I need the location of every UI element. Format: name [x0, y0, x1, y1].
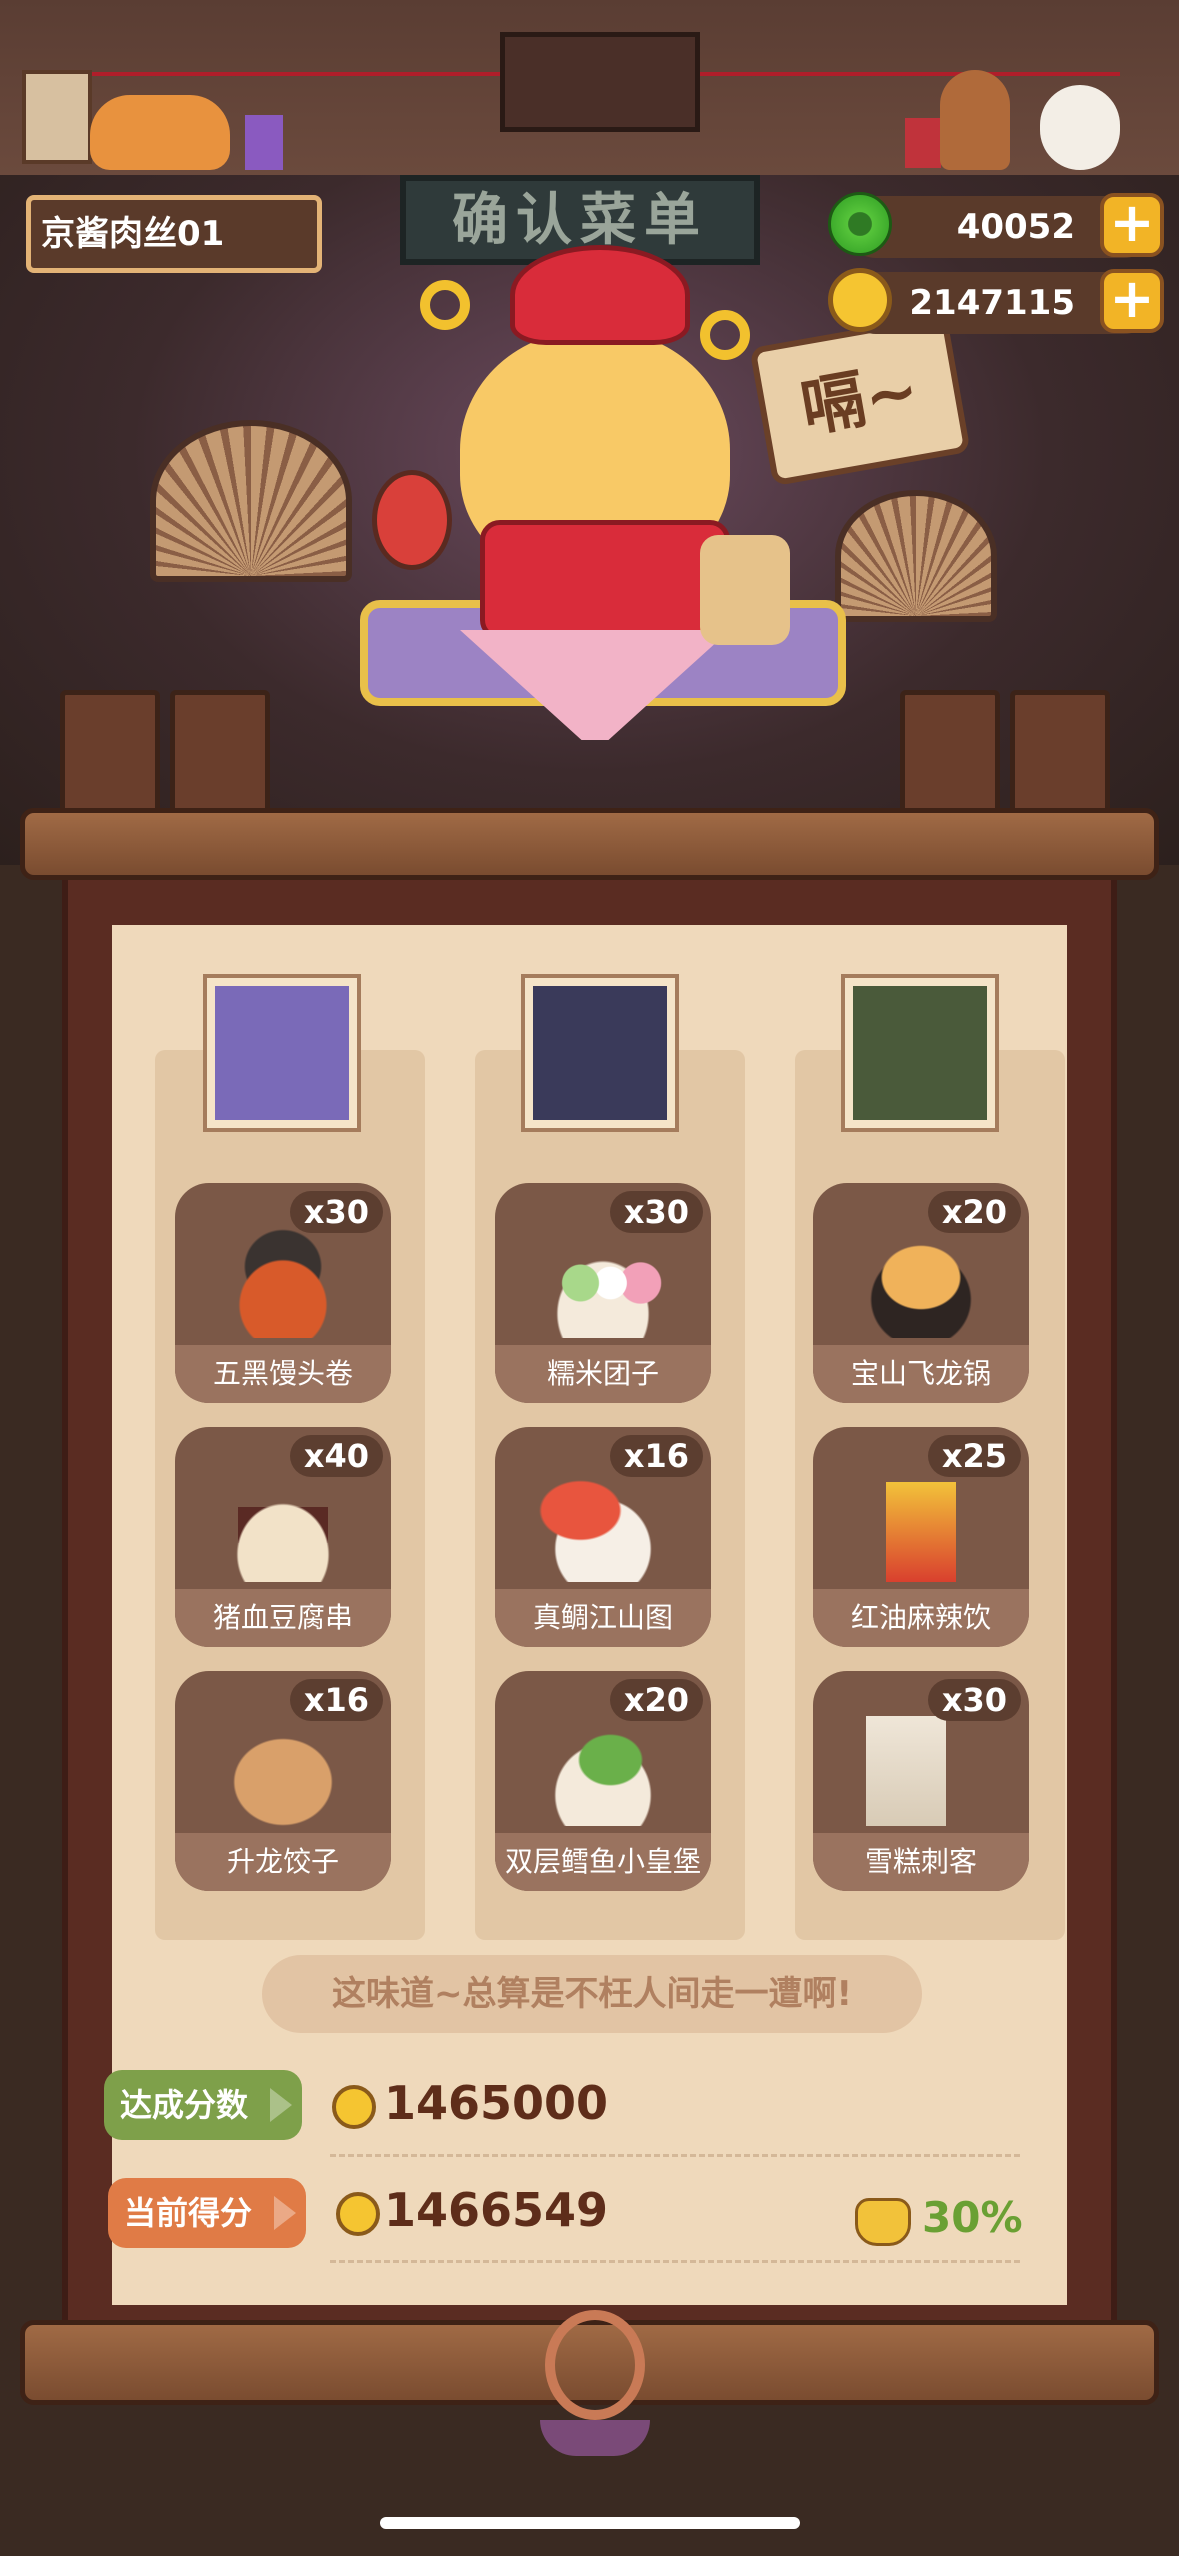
- dish-card[interactable]: x30 糯米团子: [495, 1183, 711, 1403]
- dish-name: 双层鳕鱼小皇堡: [495, 1833, 711, 1891]
- dish-name: 糯米团子: [495, 1345, 711, 1403]
- player-name-label: 京酱肉丝01: [26, 195, 322, 273]
- spicy-drink-icon: [846, 1472, 996, 1582]
- home-indicator[interactable]: [380, 2517, 800, 2529]
- wuhei-mantou-icon: [208, 1228, 358, 1338]
- character-figure-icon: [940, 70, 1010, 170]
- left-fan-icon: [150, 420, 352, 582]
- jade-icon: [828, 192, 892, 256]
- dish-name: 红油麻辣饮: [813, 1589, 1029, 1647]
- scroll-top-rod: [20, 808, 1159, 880]
- dish-card[interactable]: x40 猪血豆腐串: [175, 1427, 391, 1647]
- owl-portrait-icon: [500, 32, 700, 132]
- gold-coin-icon: [336, 2192, 380, 2236]
- sleeping-cat-icon: [90, 95, 230, 170]
- glutinous-rice-dumpling-icon: [528, 1228, 678, 1338]
- dish-name: 真鲷江山图: [495, 1589, 711, 1647]
- white-cat-icon: [1040, 85, 1120, 170]
- coin-ornament-icon: [420, 280, 470, 330]
- current-score-tag: 当前得分: [108, 2178, 306, 2248]
- customer-quote: 这味道~总算是不枉人间走一遭啊!: [262, 1955, 922, 2033]
- divider: [330, 2260, 1020, 2263]
- add-coin-button[interactable]: +: [1100, 269, 1164, 333]
- gold-coin-icon: [828, 268, 892, 332]
- target-score-tag: 达成分数: [104, 2070, 302, 2140]
- right-fan-icon: [835, 490, 997, 622]
- dish-name: 宝山飞龙锅: [813, 1345, 1029, 1403]
- dish-name: 雪糕刺客: [813, 1833, 1029, 1891]
- red-jar-icon: [905, 118, 941, 168]
- dish-card[interactable]: x16 真鲷江山图: [495, 1427, 711, 1647]
- bonus-bag-icon: [855, 2198, 911, 2246]
- dish-quantity: x25: [927, 1435, 1021, 1477]
- drum-icon: [372, 470, 452, 570]
- dish-card[interactable]: x25 红油麻辣饮: [813, 1427, 1029, 1647]
- tassel-icon: [540, 2420, 650, 2456]
- dish-quantity: x20: [609, 1679, 703, 1721]
- dish-card[interactable]: x20 双层鳕鱼小皇堡: [495, 1671, 711, 1891]
- knot-ornament-icon: [545, 2310, 645, 2420]
- mascot-robe: [480, 520, 730, 640]
- dish-card[interactable]: x16 升龙饺子: [175, 1671, 391, 1891]
- pig-blood-tofu-skewer-icon: [208, 1472, 358, 1582]
- target-score-value: 1465000: [384, 2076, 609, 2130]
- dragon-hotpot-icon: [846, 1228, 996, 1338]
- steamer-stack-icon: [700, 535, 790, 645]
- character-portrait-3-icon[interactable]: [845, 978, 995, 1128]
- hanging-paw-scroll-icon: [22, 70, 92, 164]
- dish-card[interactable]: x30 雪糕刺客: [813, 1671, 1029, 1891]
- dish-quantity: x16: [289, 1679, 383, 1721]
- dish-quantity: x30: [609, 1191, 703, 1233]
- gold-coin-icon: [332, 2085, 376, 2129]
- current-score-label: 当前得分: [124, 2194, 253, 2232]
- target-score-label: 达成分数: [120, 2086, 249, 2124]
- play-arrow-icon: [274, 2196, 296, 2230]
- divider: [330, 2154, 1020, 2157]
- dish-card[interactable]: x30 五黑馒头卷: [175, 1183, 391, 1403]
- add-jade-button[interactable]: +: [1100, 193, 1164, 257]
- sea-bream-platter-icon: [528, 1472, 678, 1582]
- dish-name: 升龙饺子: [175, 1833, 391, 1891]
- bonus-percent: 30%: [922, 2193, 1023, 2242]
- double-cod-burger-icon: [528, 1716, 678, 1826]
- ice-cream-assassin-icon: [846, 1716, 996, 1826]
- dish-quantity: x40: [289, 1435, 383, 1477]
- character-portrait-1-icon[interactable]: [207, 978, 357, 1128]
- dragon-dumpling-steamer-icon: [208, 1716, 358, 1826]
- dish-quantity: x16: [609, 1435, 703, 1477]
- dish-card[interactable]: x20 宝山飞龙锅: [813, 1183, 1029, 1403]
- character-portrait-2-icon[interactable]: [525, 978, 675, 1128]
- dish-name: 猪血豆腐串: [175, 1589, 391, 1647]
- dish-name: 五黑馒头卷: [175, 1345, 391, 1403]
- dish-quantity: x30: [927, 1679, 1021, 1721]
- dish-quantity: x20: [927, 1191, 1021, 1233]
- dish-quantity: x30: [289, 1191, 383, 1233]
- bottom-strip: [0, 2455, 1179, 2556]
- coin-ornament-icon: [700, 310, 750, 360]
- play-arrow-icon: [270, 2088, 292, 2122]
- purple-jar-icon: [245, 115, 283, 170]
- current-score-value: 1466549: [384, 2183, 609, 2237]
- mascot-hat-icon: [510, 245, 690, 345]
